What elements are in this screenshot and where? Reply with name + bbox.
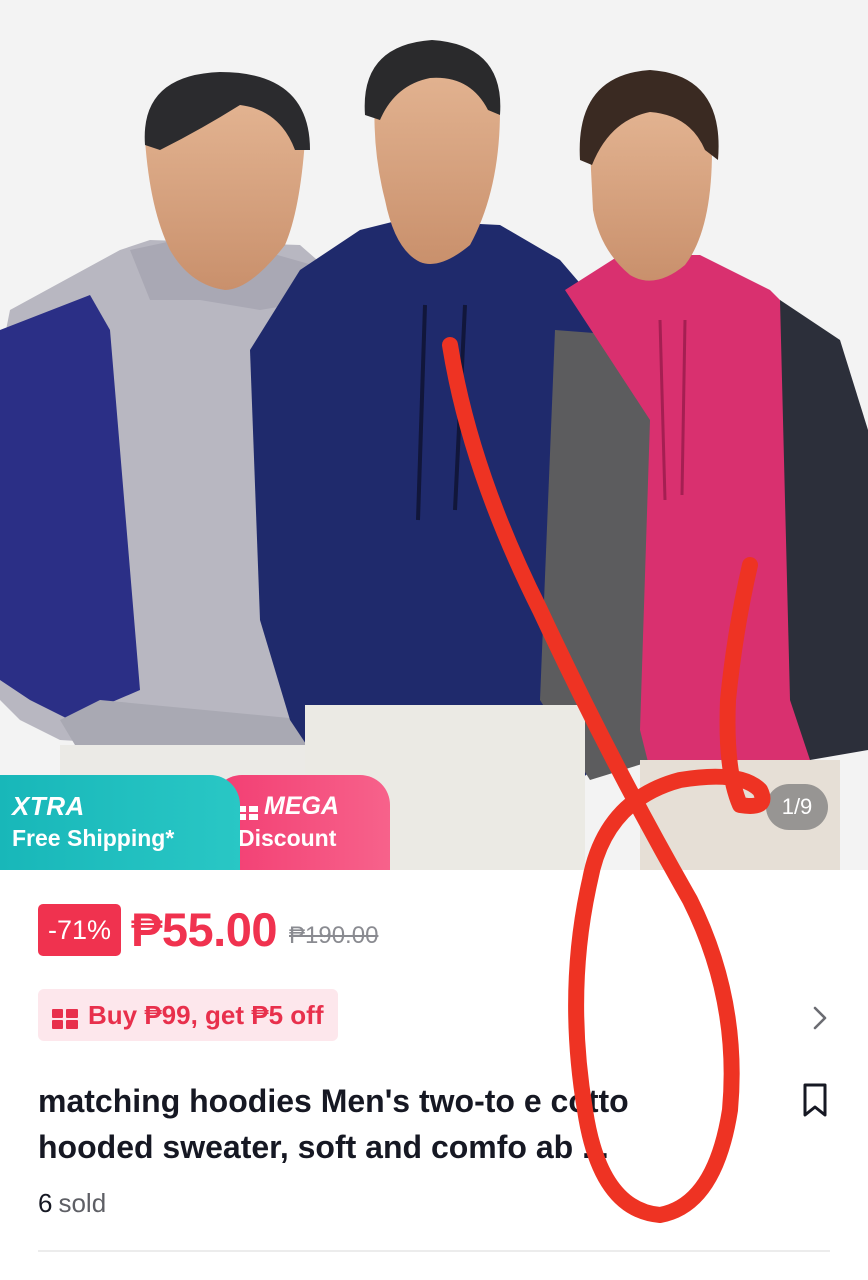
price-row: -71% ₱55.00 ₱190.00	[38, 902, 378, 957]
product-image[interactable]: 1/9	[0, 0, 868, 870]
bookmark-icon[interactable]	[800, 1082, 830, 1118]
product-title-line-2: hooded sweater, soft and comfo ab ...	[38, 1129, 609, 1165]
product-title-line-1: matching hoodies Men's two-to e cotto	[38, 1083, 629, 1119]
current-price: ₱55.00	[131, 903, 277, 956]
product-title[interactable]: matching hoodies Men's two-to e cotto ho…	[38, 1078, 778, 1170]
chevron-right-icon[interactable]	[810, 1004, 830, 1032]
xtra-title: XTRA	[12, 791, 85, 821]
xtra-subtitle: Free Shipping*	[12, 825, 175, 851]
sold-label: sold	[58, 1188, 107, 1218]
product-photo	[0, 0, 868, 870]
original-price: ₱190.00	[289, 921, 379, 949]
discount-badge: -71%	[38, 903, 122, 956]
sold-number: 6	[38, 1188, 53, 1218]
image-counter: 1/9	[766, 784, 828, 830]
voucher-icon	[52, 1005, 78, 1029]
divider	[38, 1250, 830, 1252]
mega-icon	[238, 798, 258, 820]
mega-title-text: MEGA	[264, 792, 339, 820]
mega-subtitle: Discount	[238, 825, 337, 851]
voucher-text: Buy ₱99, get ₱5 off	[88, 999, 324, 1030]
sold-count: 6 sold	[38, 1188, 106, 1219]
xtra-shipping-banner[interactable]: XTRA Free Shipping*	[0, 775, 240, 870]
voucher-chip[interactable]: Buy ₱99, get ₱5 off	[38, 989, 338, 1041]
mega-title: MEGA	[238, 791, 390, 821]
